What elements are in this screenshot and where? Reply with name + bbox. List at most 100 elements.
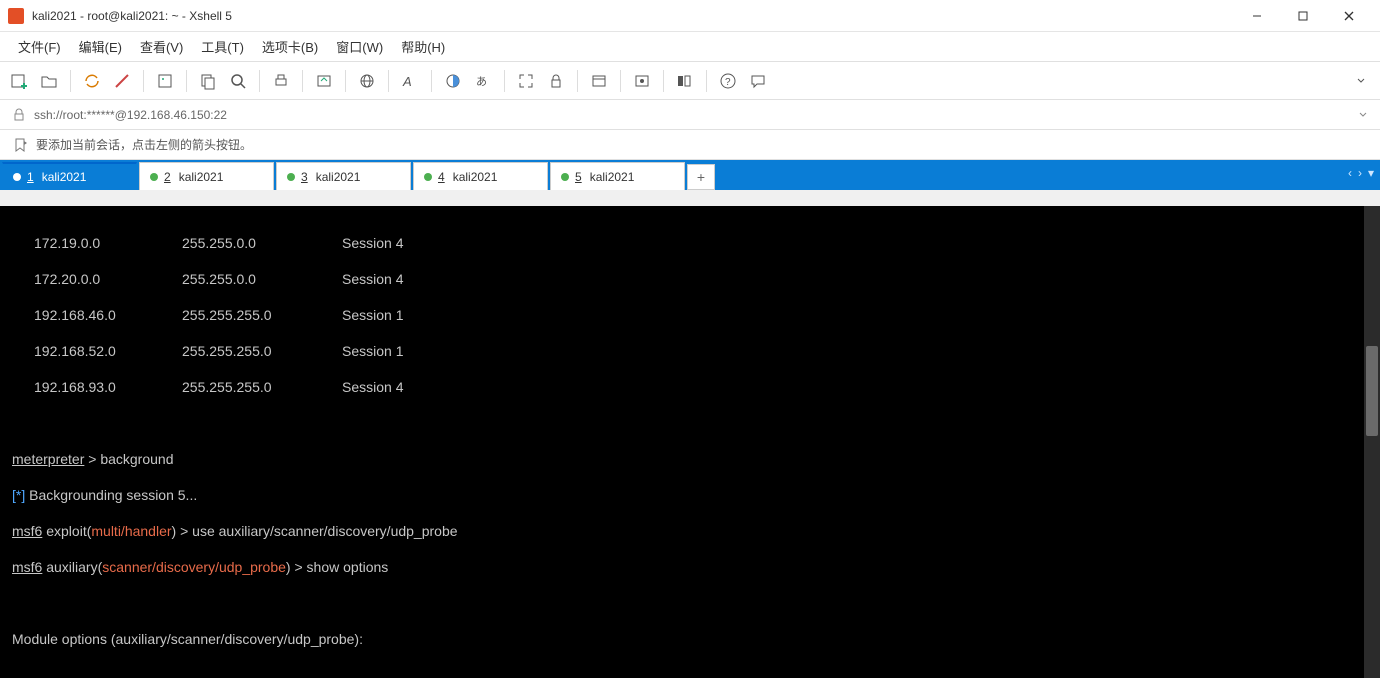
toolbar-separator <box>388 70 389 92</box>
menu-tab[interactable]: 选项卡(B) <box>254 33 326 60</box>
route-net: 172.19.0.0 <box>12 234 182 252</box>
reconnect-icon[interactable] <box>81 70 103 92</box>
terminal-line: [*] Backgrounding session 5... <box>12 486 1368 504</box>
minimize-button[interactable] <box>1234 0 1280 32</box>
route-session: Session 4 <box>342 378 462 396</box>
lock-icon <box>12 108 26 122</box>
fullscreen-icon[interactable] <box>515 70 537 92</box>
session-tab-3[interactable]: 3 kali2021 <box>276 162 411 190</box>
tab-label: kali2021 <box>316 170 361 184</box>
menu-window[interactable]: 窗口(W) <box>328 33 391 60</box>
route-session: Session 4 <box>342 234 462 252</box>
session-tab-1[interactable]: 1 kali2021 <box>2 162 137 190</box>
route-net: 192.168.52.0 <box>12 342 182 360</box>
toolbar-separator <box>345 70 346 92</box>
route-net: 192.168.46.0 <box>12 306 182 324</box>
tab-number: 1 <box>27 170 34 184</box>
menu-bar: 文件(F) 编辑(E) 查看(V) 工具(T) 选项卡(B) 窗口(W) 帮助(… <box>0 32 1380 62</box>
tab-number: 2 <box>164 170 171 184</box>
cmd: background <box>100 451 173 467</box>
bookmark-add-icon[interactable] <box>12 137 28 153</box>
disconnect-icon[interactable] <box>111 70 133 92</box>
route-net: 192.168.93.0 <box>12 378 182 396</box>
status-dot-icon <box>13 173 21 181</box>
route-session: Session 1 <box>342 306 462 324</box>
toolbar-overflow-icon[interactable] <box>1350 70 1372 92</box>
route-mask: 255.255.255.0 <box>182 342 342 360</box>
menu-edit[interactable]: 编辑(E) <box>71 33 130 60</box>
tab-number: 4 <box>438 170 445 184</box>
status-dot-icon <box>150 173 158 181</box>
menu-view[interactable]: 查看(V) <box>132 33 191 60</box>
encoding-icon[interactable]: あ <box>472 70 494 92</box>
new-session-icon[interactable] <box>8 70 30 92</box>
toolbar-separator <box>302 70 303 92</box>
new-tab-button[interactable]: + <box>687 164 715 190</box>
compose-icon[interactable] <box>631 70 653 92</box>
cmd: use auxiliary/scanner/discovery/udp_prob… <box>192 523 457 539</box>
tab-label: kali2021 <box>42 170 87 184</box>
terminal[interactable]: 172.19.0.0255.255.0.0Session 4 172.20.0.… <box>0 206 1380 678</box>
window-controls <box>1234 0 1372 32</box>
scrollbar-thumb[interactable] <box>1366 346 1378 436</box>
menu-tools[interactable]: 工具(T) <box>193 33 252 60</box>
status-dot-icon <box>424 173 432 181</box>
file-transfer-icon[interactable] <box>313 70 335 92</box>
session-tab-4[interactable]: 4 kali2021 <box>413 162 548 190</box>
tab-list-icon[interactable]: ▾ <box>1368 166 1374 180</box>
menu-file[interactable]: 文件(F) <box>10 33 69 60</box>
route-mask: 255.255.255.0 <box>182 378 342 396</box>
module-name: scanner/discovery/udp_probe <box>102 559 286 575</box>
scrollbar[interactable] <box>1364 206 1380 678</box>
toolbar-separator <box>706 70 707 92</box>
msf-prompt: msf6 <box>12 559 42 575</box>
toolbar: A あ ? <box>0 62 1380 100</box>
toolbar-separator <box>663 70 664 92</box>
terminal-line: msf6 exploit(multi/handler) > use auxili… <box>12 522 1368 540</box>
toolbar-separator <box>504 70 505 92</box>
route-mask: 255.255.0.0 <box>182 270 342 288</box>
module-name: multi/handler <box>91 523 171 539</box>
toolbar-separator <box>70 70 71 92</box>
toolbar-separator <box>259 70 260 92</box>
help-icon[interactable]: ? <box>717 70 739 92</box>
tab-number: 3 <box>301 170 308 184</box>
tab-number: 5 <box>575 170 582 184</box>
session-window-icon[interactable] <box>588 70 610 92</box>
search-icon[interactable] <box>227 70 249 92</box>
title-bar: kali2021 - root@kali2021: ~ - Xshell 5 <box>0 0 1380 32</box>
font-icon[interactable]: A <box>399 70 421 92</box>
lock-icon[interactable] <box>545 70 567 92</box>
status-dot-icon <box>287 173 295 181</box>
properties-icon[interactable] <box>154 70 176 92</box>
terminal-line: msf6 auxiliary(scanner/discovery/udp_pro… <box>12 558 1368 576</box>
info-bar: 要添加当前会话，点击左侧的箭头按钮。 <box>0 130 1380 160</box>
toolbar-separator <box>186 70 187 92</box>
info-text: 要添加当前会话，点击左侧的箭头按钮。 <box>36 136 252 153</box>
close-button[interactable] <box>1326 0 1372 32</box>
copy-icon[interactable] <box>197 70 219 92</box>
tab-next-icon[interactable]: › <box>1358 166 1362 180</box>
session-tab-5[interactable]: 5 kali2021 <box>550 162 685 190</box>
layout-icon[interactable] <box>674 70 696 92</box>
tab-label: kali2021 <box>453 170 498 184</box>
chevron-down-icon[interactable] <box>1358 110 1368 120</box>
tab-nav: ‹ › ▾ <box>1348 166 1374 180</box>
session-tab-2[interactable]: 2 kali2021 <box>139 162 274 190</box>
toolbar-separator <box>620 70 621 92</box>
tab-prev-icon[interactable]: ‹ <box>1348 166 1352 180</box>
color-scheme-icon[interactable] <box>442 70 464 92</box>
chat-icon[interactable] <box>747 70 769 92</box>
app-icon <box>8 8 24 24</box>
tab-strip: 1 kali2021 2 kali2021 3 kali2021 4 kali2… <box>0 160 1380 190</box>
open-session-icon[interactable] <box>38 70 60 92</box>
tab-label: kali2021 <box>590 170 635 184</box>
maximize-button[interactable] <box>1280 0 1326 32</box>
print-icon[interactable] <box>270 70 292 92</box>
terminal-line: meterpreter > background <box>12 450 1368 468</box>
menu-help[interactable]: 帮助(H) <box>393 33 453 60</box>
svg-text:あ: あ <box>476 75 487 88</box>
globe-icon[interactable] <box>356 70 378 92</box>
msf-prompt: msf6 <box>12 523 42 539</box>
address-url[interactable]: ssh://root:******@192.168.46.150:22 <box>34 108 227 122</box>
